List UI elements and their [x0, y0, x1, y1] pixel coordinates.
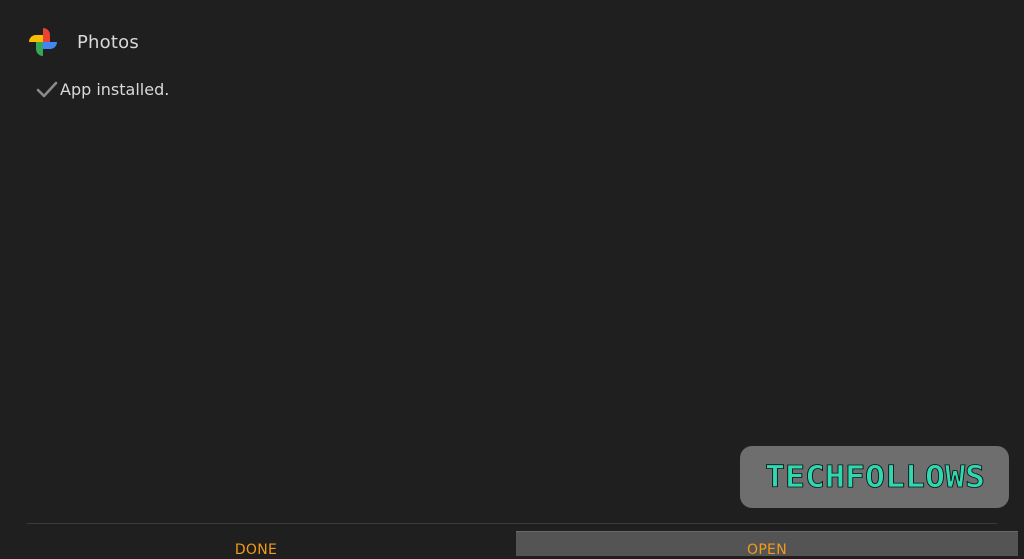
done-button-label: DONE: [234, 542, 278, 558]
install-status: App installed.: [35, 76, 169, 102]
open-button-label: OPEN: [747, 542, 787, 558]
done-button[interactable]: DONE: [0, 531, 512, 558]
checkmark-icon: [36, 81, 58, 98]
app-install-screen: Photos App installed. TECHFOLLOWS DONE O…: [0, 0, 1024, 558]
app-name: Photos: [77, 31, 139, 53]
watermark-logo: TECHFOLLOWS: [764, 460, 985, 496]
watermark-text: TECHFOLLOWS: [765, 460, 985, 495]
google-photos-pinwheel-icon: [29, 28, 57, 56]
techfollows-watermark: TECHFOLLOWS: [740, 446, 1009, 508]
action-divider: [27, 523, 997, 524]
app-header: Photos: [27, 26, 139, 58]
open-button[interactable]: OPEN: [516, 531, 1018, 558]
install-status-text: App installed.: [60, 79, 170, 99]
